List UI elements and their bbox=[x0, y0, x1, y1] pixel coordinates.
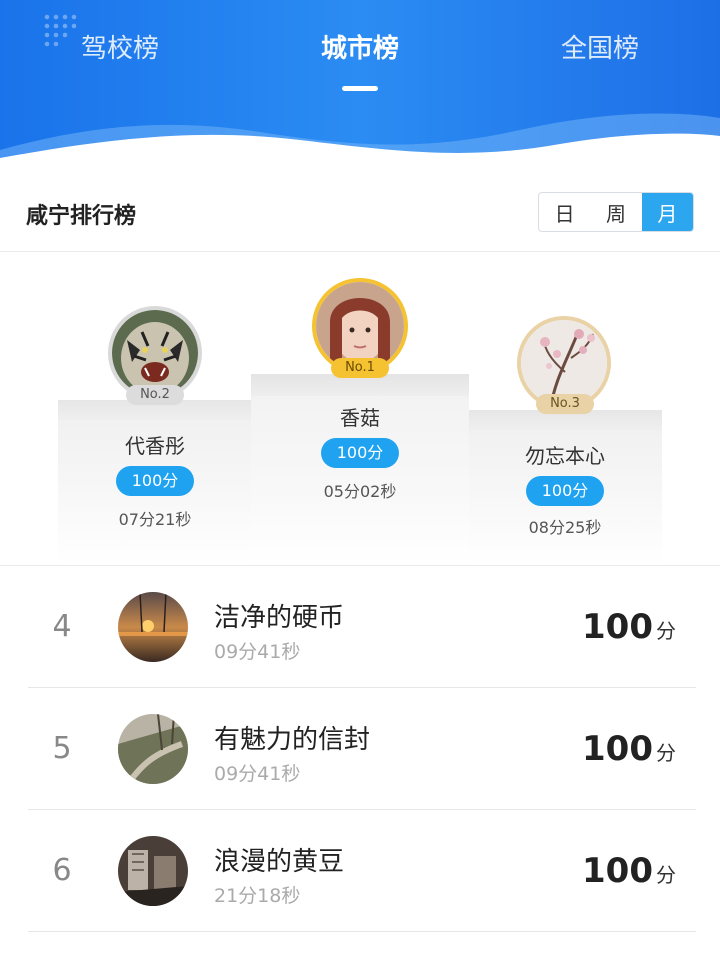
name-third: 勿忘本心 bbox=[525, 444, 605, 468]
avatar[interactable] bbox=[118, 714, 188, 784]
list-score-value: 100 bbox=[582, 851, 653, 891]
list-rank: 5 bbox=[52, 731, 72, 766]
avatar[interactable] bbox=[118, 836, 188, 906]
active-tab-indicator bbox=[342, 86, 378, 91]
list-score-value: 100 bbox=[582, 607, 653, 647]
list-score: 100 分 bbox=[582, 851, 676, 891]
rank-tag-first: No.1 bbox=[331, 358, 389, 378]
period-week-button[interactable]: 周 bbox=[590, 193, 641, 231]
list-name: 有魅力的信封 bbox=[214, 725, 371, 755]
leaderboard-title: 咸宁排行榜 bbox=[26, 204, 137, 229]
name-first: 香菇 bbox=[340, 406, 380, 430]
period-day-button[interactable]: 日 bbox=[539, 193, 590, 231]
list-score: 100 分 bbox=[582, 729, 676, 769]
list-time: 09分41秒 bbox=[214, 763, 301, 785]
period-month-button[interactable]: 月 bbox=[641, 193, 693, 231]
list-name: 洁净的硬币 bbox=[214, 603, 345, 633]
list-time: 09分41秒 bbox=[214, 641, 301, 663]
avatar[interactable] bbox=[118, 592, 188, 662]
rank-tag-third: No.3 bbox=[536, 394, 594, 414]
list-name: 浪漫的黄豆 bbox=[214, 847, 345, 877]
list-score: 100 分 bbox=[582, 607, 676, 647]
list-score-unit: 分 bbox=[656, 863, 676, 887]
list-item[interactable]: 5 有魅力的信封 09分41秒 100 分 bbox=[28, 689, 696, 810]
list-score-unit: 分 bbox=[656, 741, 676, 765]
time-third: 08分25秒 bbox=[528, 518, 602, 537]
list-rank: 6 bbox=[52, 853, 72, 888]
tab-driving-school[interactable]: 驾校榜 bbox=[40, 28, 200, 65]
list-time: 21分18秒 bbox=[214, 885, 301, 907]
time-second: 07分21秒 bbox=[118, 510, 192, 529]
score-first: 100分 bbox=[321, 438, 399, 468]
list-score-unit: 分 bbox=[656, 619, 676, 643]
podium: No.2 代香彤 100分 07分21秒 No.1 香菇 100分 05分02秒… bbox=[0, 252, 720, 565]
podium-divider bbox=[0, 565, 720, 566]
period-selector: 日 周 月 bbox=[538, 192, 694, 232]
score-second: 100分 bbox=[116, 466, 194, 496]
time-first: 05分02秒 bbox=[323, 482, 397, 501]
rank-tag-second: No.2 bbox=[126, 385, 184, 405]
score-third: 100分 bbox=[526, 476, 604, 506]
tab-city[interactable]: 城市榜 bbox=[280, 28, 440, 65]
list-item[interactable]: 6 浪漫的黄豆 21分18秒 100 分 bbox=[28, 811, 696, 932]
name-second: 代香彤 bbox=[125, 434, 185, 458]
header-bar: 驾校榜 城市榜 全国榜 bbox=[0, 0, 720, 175]
tab-national[interactable]: 全国榜 bbox=[520, 28, 680, 65]
list-item[interactable]: 4 洁净的硬币 09分41秒 100 分 bbox=[28, 567, 696, 688]
list-rank: 4 bbox=[52, 609, 72, 644]
list-score-value: 100 bbox=[582, 729, 653, 769]
